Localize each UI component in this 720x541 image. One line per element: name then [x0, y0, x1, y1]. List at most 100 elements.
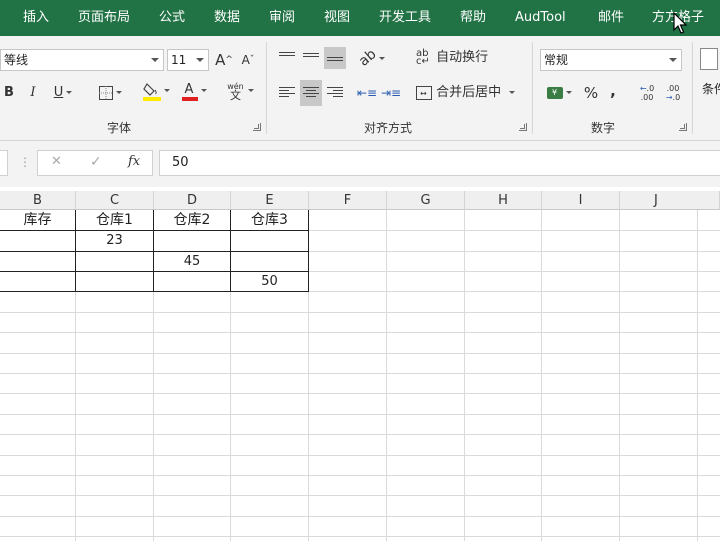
table-header-cell[interactable]: 仓库2	[154, 210, 230, 230]
column-header-f[interactable]: F	[309, 191, 387, 210]
table-cell[interactable]	[154, 231, 230, 251]
align-middle-button[interactable]	[300, 47, 322, 69]
font-size-combo[interactable]: 11	[167, 49, 209, 71]
alignment-dialog-launcher-icon[interactable]	[519, 123, 527, 131]
wrap-text-button[interactable]: ab c↵ 自动换行	[416, 47, 492, 69]
grow-font-button[interactable]: A^	[214, 49, 234, 71]
font-name-value: 等线	[4, 53, 29, 67]
cancel-icon[interactable]: ✕	[51, 154, 62, 169]
tab-formulas[interactable]: 公式	[159, 0, 185, 36]
table-cell[interactable]: 50	[231, 272, 308, 292]
table-cell[interactable]	[0, 252, 75, 272]
font-color-button[interactable]: A	[178, 80, 210, 102]
table-header-cell[interactable]: 仓库3	[231, 210, 308, 230]
tab-developer[interactable]: 开发工具	[379, 0, 431, 36]
table-cell[interactable]	[76, 272, 153, 292]
align-top-button[interactable]	[276, 47, 298, 69]
gridline	[386, 210, 387, 541]
bold-button[interactable]: B	[2, 82, 16, 104]
table-cell[interactable]	[0, 231, 75, 251]
increase-decimal-icon: ←.0.00	[639, 83, 655, 102]
wrap-text-label: 自动换行	[436, 50, 489, 65]
column-header-i[interactable]: I	[542, 191, 620, 210]
number-dialog-launcher-icon[interactable]	[679, 123, 687, 131]
wrap-text-icon: ab c↵	[416, 47, 430, 67]
ribbon-home: 等线 11 A^ Aˇ B I U A wén 文 字体 ab ab c↵ 自动…	[0, 36, 720, 141]
gridline	[619, 210, 620, 541]
tab-view[interactable]: 视图	[324, 0, 350, 36]
tab-help[interactable]: 帮助	[460, 0, 486, 36]
font-name-combo[interactable]: 等线	[0, 49, 164, 71]
gridline	[0, 353, 720, 354]
number-format-combo[interactable]: 常规	[540, 49, 682, 71]
text-orientation-icon: ab	[355, 46, 380, 70]
tab-page-layout[interactable]: 页面布局	[78, 0, 130, 36]
name-box[interactable]	[0, 150, 8, 176]
gridline	[541, 210, 542, 541]
align-right-button[interactable]	[324, 82, 346, 104]
gridline	[0, 373, 720, 374]
accounting-format-button[interactable]: ¥	[542, 82, 576, 104]
italic-button[interactable]: I	[26, 82, 40, 104]
conditional-format-icon[interactable]	[698, 48, 720, 78]
mouse-pointer-icon	[673, 12, 688, 34]
merge-center-button[interactable]: ↔ 合并后居中	[416, 82, 524, 104]
column-header-d[interactable]: D	[154, 191, 231, 210]
phonetic-char: 文	[230, 88, 241, 102]
underline-button[interactable]: U	[49, 82, 77, 104]
group-divider	[532, 42, 533, 134]
table-cell[interactable]	[231, 252, 308, 272]
gridline	[697, 210, 698, 541]
gridline	[0, 312, 720, 313]
table-cell[interactable]: 23	[76, 231, 153, 251]
percent-button[interactable]: %	[580, 82, 602, 104]
gridline	[0, 414, 720, 415]
font-dialog-launcher-icon[interactable]	[253, 123, 261, 131]
increase-decimal-button[interactable]: ←.0.00	[636, 82, 658, 104]
borders-button[interactable]	[92, 82, 128, 104]
align-bottom-button[interactable]	[324, 47, 346, 69]
fill-color-button[interactable]	[140, 80, 172, 102]
table-cell[interactable]	[154, 272, 230, 292]
gridline	[0, 475, 720, 476]
tab-data[interactable]: 数据	[214, 0, 240, 36]
tab-insert[interactable]: 插入	[23, 0, 49, 36]
table-cell[interactable]	[76, 252, 153, 272]
align-bottom-icon	[327, 57, 343, 69]
insert-function-icon[interactable]: fx	[128, 154, 140, 169]
align-left-button[interactable]	[276, 82, 298, 104]
table-cell[interactable]	[0, 272, 75, 292]
table-header-cell[interactable]: 仓库1	[76, 210, 153, 230]
tab-mail[interactable]: 邮件	[598, 0, 624, 36]
tab-audtool[interactable]: AudTool	[515, 0, 566, 36]
column-header-b[interactable]: B	[0, 191, 76, 210]
decrease-indent-icon: ⇤≡	[356, 86, 378, 100]
table-cell[interactable]: 45	[154, 252, 230, 272]
worksheet-grid[interactable]: 库存 仓库1 仓库2 仓库3 23 45 50	[0, 210, 720, 541]
column-header-c[interactable]: C	[76, 191, 154, 210]
decrease-indent-button[interactable]: ⇤≡	[356, 82, 378, 104]
gridline	[0, 516, 720, 517]
conditional-format-label[interactable]: 条件	[702, 80, 720, 97]
orientation-button[interactable]: ab	[355, 46, 388, 70]
decrease-decimal-button[interactable]: .00 →.0	[662, 82, 684, 104]
align-center-button[interactable]	[300, 80, 322, 106]
shrink-font-button[interactable]: Aˇ	[238, 49, 258, 71]
column-header-h[interactable]: H	[465, 191, 542, 210]
drag-handle-icon[interactable]: ⋮	[19, 155, 31, 169]
column-header-g[interactable]: G	[387, 191, 465, 210]
enter-icon[interactable]: ✓	[90, 154, 102, 170]
tab-review[interactable]: 审阅	[269, 0, 295, 36]
table-cell[interactable]	[231, 231, 308, 251]
phonetic-button[interactable]: wén 文	[222, 80, 258, 102]
column-header-j[interactable]: J	[620, 191, 720, 210]
underline-icon: U	[53, 85, 64, 100]
table-header-cell[interactable]: 库存	[0, 210, 75, 230]
gridline	[464, 210, 465, 541]
increase-indent-button[interactable]: ⇥≡	[380, 82, 402, 104]
comma-button[interactable]: ,	[604, 80, 622, 102]
column-header-e[interactable]: E	[231, 191, 309, 210]
number-group-label: 数字	[591, 121, 616, 135]
gridline	[0, 455, 720, 456]
formula-input[interactable]: 50	[159, 150, 720, 176]
